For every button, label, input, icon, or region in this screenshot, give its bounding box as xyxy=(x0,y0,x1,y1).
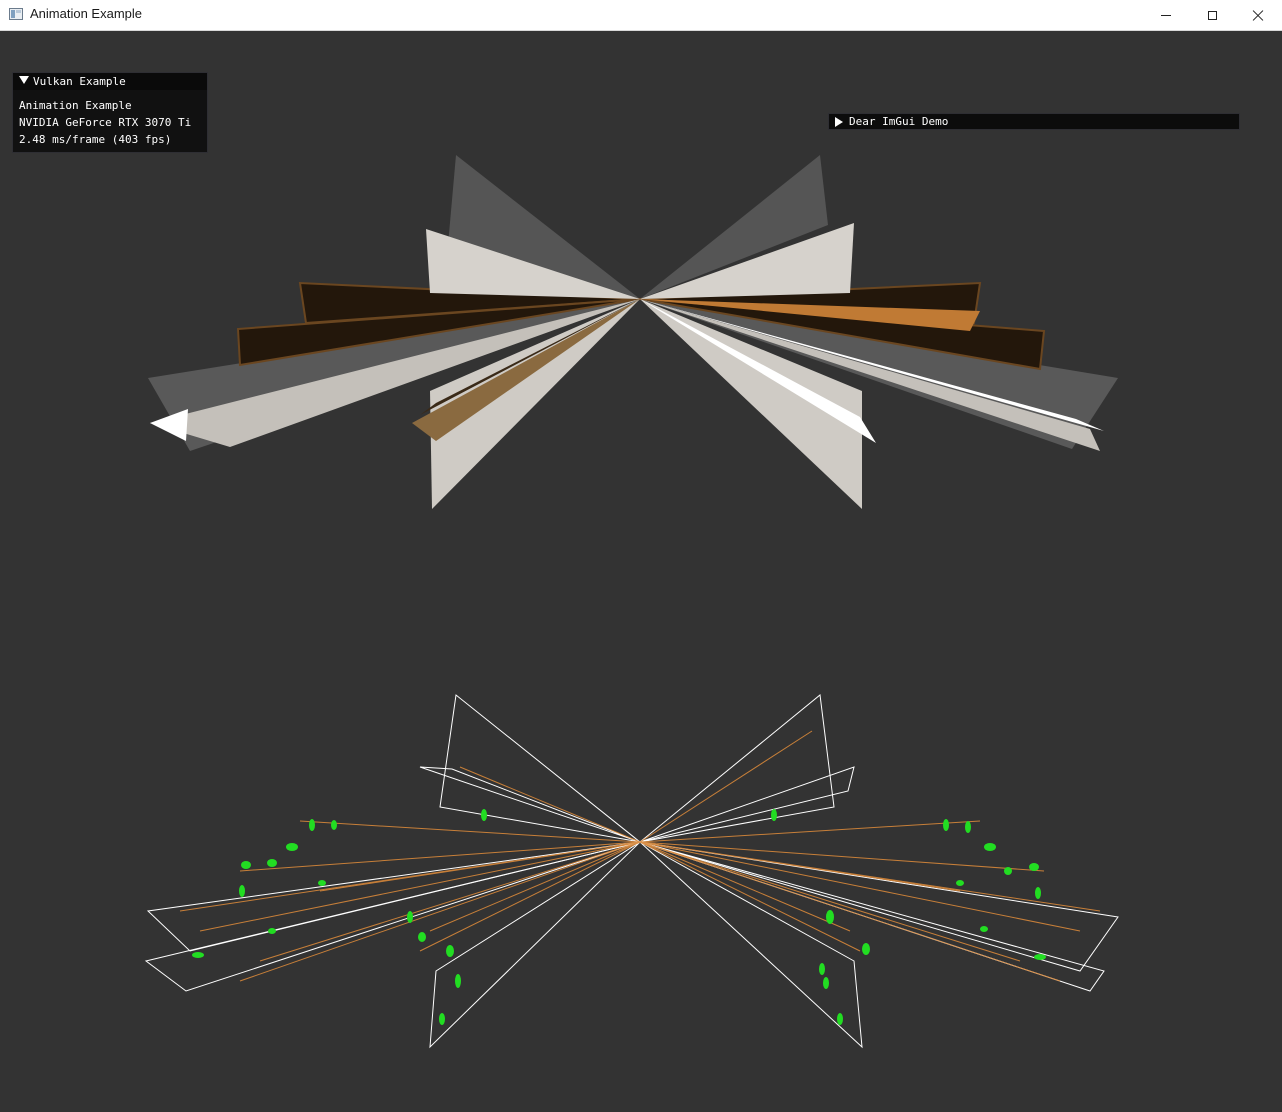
close-icon xyxy=(1252,10,1264,22)
joint-marker xyxy=(984,843,996,851)
wireframe-model xyxy=(144,694,1119,1049)
minimize-icon xyxy=(1161,15,1171,16)
expand-arrow-icon[interactable] xyxy=(835,117,843,127)
app-window-icon xyxy=(9,8,23,20)
joint-marker xyxy=(1029,863,1039,871)
joint-marker xyxy=(943,819,949,831)
bone-line xyxy=(639,841,1045,872)
joint-marker xyxy=(268,928,276,934)
bone-line xyxy=(199,841,641,932)
wire-edge xyxy=(146,841,641,952)
demo-window-title: Dear ImGui Demo xyxy=(849,115,949,128)
joint-marker xyxy=(331,820,337,830)
example-name: Animation Example xyxy=(19,99,132,112)
wire-edge xyxy=(639,694,835,843)
frame-timing: 2.48 ms/frame (403 fps) xyxy=(19,133,172,146)
bone-line xyxy=(239,841,641,982)
joint-marker xyxy=(771,809,777,821)
joint-marker xyxy=(1004,867,1012,875)
joint-marker xyxy=(862,943,870,955)
joint-marker xyxy=(980,926,988,932)
bone-line xyxy=(319,841,641,892)
bone-line xyxy=(639,841,851,932)
joint-marker xyxy=(418,932,426,942)
joint-marker xyxy=(407,911,413,923)
minimize-button[interactable] xyxy=(1143,0,1189,31)
imgui-demo-window[interactable]: Dear ImGui Demo xyxy=(828,113,1240,130)
gpu-name: NVIDIA GeForce RTX 3070 Ti xyxy=(19,116,192,129)
bone-line xyxy=(639,841,1081,932)
joint-marker xyxy=(455,974,461,988)
joint-marker xyxy=(956,880,964,886)
scene-canvas xyxy=(144,155,1119,1049)
joint-marker xyxy=(481,809,487,821)
bone-line xyxy=(459,766,641,843)
joint-marker xyxy=(239,885,245,897)
maximize-button[interactable] xyxy=(1189,0,1235,31)
panel-header[interactable]: Vulkan Example xyxy=(13,73,207,90)
shaded-model xyxy=(148,155,1118,509)
bone-line xyxy=(639,841,1021,962)
joint-marker xyxy=(241,861,251,869)
vulkan-example-panel[interactable]: Vulkan Example Animation Example NVIDIA … xyxy=(12,72,208,153)
wire-edge xyxy=(144,841,641,992)
bone-line xyxy=(639,841,1061,982)
title-bar[interactable]: Animation Example xyxy=(0,0,1282,31)
joint-marker xyxy=(826,910,834,924)
window-title: Animation Example xyxy=(30,6,142,21)
joint-marker xyxy=(446,945,454,957)
panel-title: Vulkan Example xyxy=(33,75,126,88)
joint-marker xyxy=(1034,954,1046,960)
maximize-icon xyxy=(1207,11,1217,20)
joint-marker xyxy=(837,1013,843,1025)
bone-line xyxy=(639,730,813,843)
wire-edge xyxy=(639,841,1119,972)
joint-marker xyxy=(286,843,298,851)
joint-marker xyxy=(439,1013,445,1025)
render-viewport[interactable]: Vulkan Example Animation Example NVIDIA … xyxy=(0,31,1282,1112)
wire-edge xyxy=(429,841,641,1049)
wire-edge xyxy=(439,694,641,843)
joint-marker xyxy=(819,963,825,975)
joint-marker xyxy=(309,819,315,831)
joint-marker xyxy=(965,821,971,833)
close-button[interactable] xyxy=(1235,0,1281,31)
bone-line xyxy=(639,841,961,892)
collapse-arrow-icon[interactable] xyxy=(19,76,29,84)
joint-marker xyxy=(318,880,326,886)
bone-line xyxy=(259,841,641,962)
joint-marker xyxy=(192,952,204,958)
joint-marker xyxy=(1035,887,1041,899)
joint-marker xyxy=(823,977,829,989)
joint-marker xyxy=(267,859,277,867)
